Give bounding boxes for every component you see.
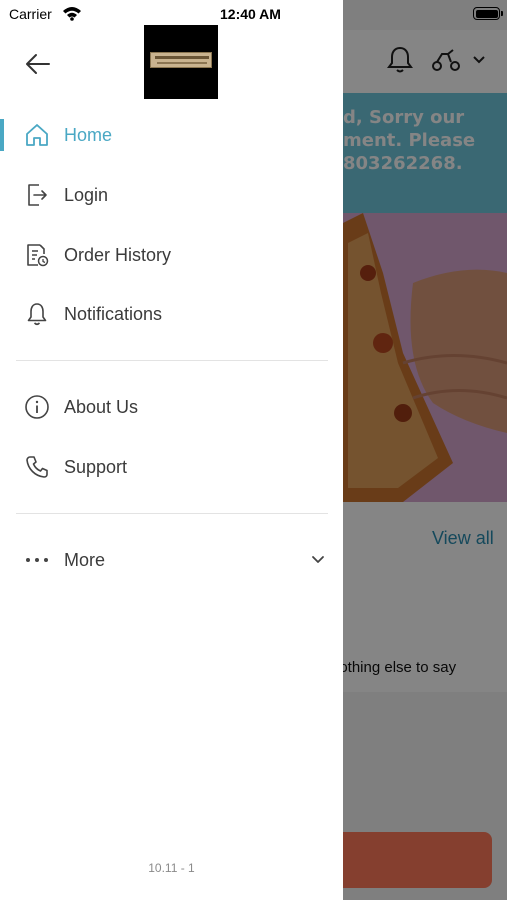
phone-icon bbox=[24, 454, 50, 480]
menu-item-home[interactable]: Home bbox=[0, 107, 343, 163]
menu-item-notifications[interactable]: Notifications bbox=[0, 286, 343, 342]
login-icon bbox=[24, 182, 50, 208]
more-dots-icon bbox=[24, 547, 50, 573]
chevron-down-icon[interactable] bbox=[310, 554, 326, 566]
app-version: 10.11 - 1 bbox=[148, 861, 195, 875]
menu-item-about-us[interactable]: About Us bbox=[0, 379, 343, 435]
home-icon bbox=[24, 122, 50, 148]
brand-logo bbox=[144, 25, 218, 99]
menu-divider bbox=[16, 513, 328, 514]
logo-plate bbox=[150, 52, 212, 68]
status-time: 12:40 AM bbox=[220, 6, 281, 22]
side-drawer: Home Login Order History Notifications A… bbox=[0, 0, 343, 900]
menu-label: About Us bbox=[64, 396, 139, 417]
carrier-label: Carrier bbox=[9, 6, 52, 22]
menu-item-order-history[interactable]: Order History bbox=[0, 227, 343, 283]
menu-label: Notifications bbox=[64, 303, 163, 324]
menu-label: Support bbox=[64, 456, 128, 477]
status-bar: Carrier 12:40 AM bbox=[0, 0, 507, 30]
info-icon bbox=[24, 394, 50, 420]
menu-label: Home bbox=[64, 124, 113, 145]
menu-item-support[interactable]: Support bbox=[0, 439, 343, 495]
order-history-icon bbox=[24, 242, 50, 268]
menu-divider bbox=[16, 360, 328, 361]
battery-icon bbox=[473, 7, 500, 20]
menu-label: Order History bbox=[64, 244, 172, 265]
active-indicator bbox=[0, 119, 4, 151]
wifi-icon bbox=[63, 7, 81, 21]
menu-label: More bbox=[64, 549, 106, 570]
menu-label: Login bbox=[64, 184, 109, 205]
menu-item-login[interactable]: Login bbox=[0, 167, 343, 223]
battery-tip bbox=[501, 11, 503, 16]
back-arrow-icon[interactable] bbox=[24, 50, 52, 78]
menu-item-more[interactable]: More bbox=[0, 532, 343, 588]
bell-icon bbox=[24, 301, 50, 327]
